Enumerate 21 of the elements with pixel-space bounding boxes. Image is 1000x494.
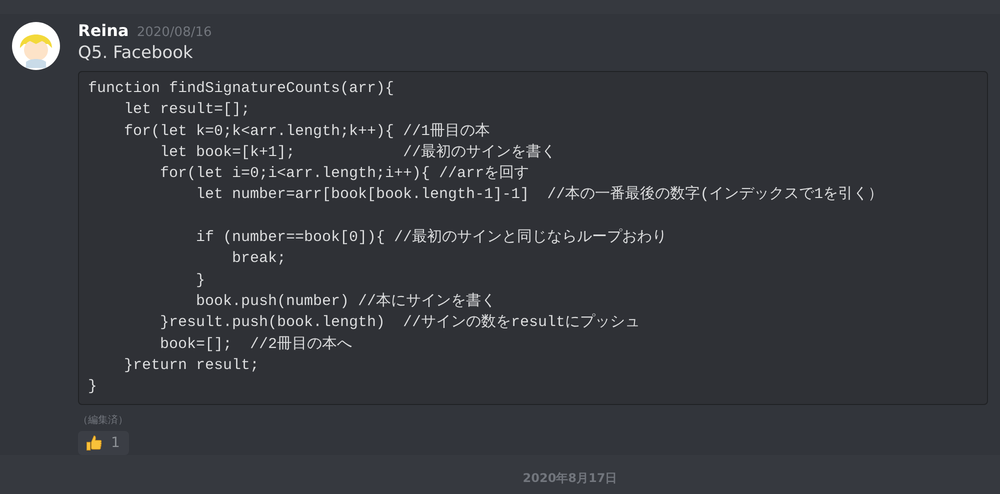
date-divider: 2020年8月17日: [522, 471, 618, 485]
code-line: }: [195, 270, 206, 291]
code-line: for(let k=0;k<arr.length;k++){ //1冊目の本: [123, 122, 492, 142]
code-line: }return result;: [123, 356, 260, 376]
code-line: book.push(number) //本にサインを書く: [195, 292, 498, 312]
edited-label: （編集済）: [78, 414, 129, 428]
code-line: }: [88, 377, 98, 398]
code-line: let number=arr[book[book.length-1]-1] //本の一番最後の数字(インデックスで1を引く）: [195, 184, 884, 206]
code-line: function findSignatureCounts(arr){: [88, 79, 396, 99]
code-line: let result=[];: [123, 100, 252, 120]
avatar[interactable]: [12, 22, 60, 70]
code-line: for(let i=0;i<arr.length;i++){ //arrを回す: [159, 164, 530, 184]
timestamp: 2020/08/16: [136, 25, 212, 40]
code-line: break;: [231, 249, 288, 270]
message-text: Q5. Facebook: [78, 43, 194, 63]
code-line: if (number==book[0]){ //最初のサインと同じならループおわり: [195, 227, 668, 248]
username[interactable]: Reina: [78, 21, 129, 40]
code-line: book=[]; //2冊目の本へ: [159, 334, 354, 355]
code-line: let book=[k+1]; //最初のサインを書く: [159, 142, 558, 163]
code-line: }result.push(book.length) //サインの数をresultにプッシュ: [159, 312, 642, 334]
thumbs-up-icon: [85, 434, 103, 452]
